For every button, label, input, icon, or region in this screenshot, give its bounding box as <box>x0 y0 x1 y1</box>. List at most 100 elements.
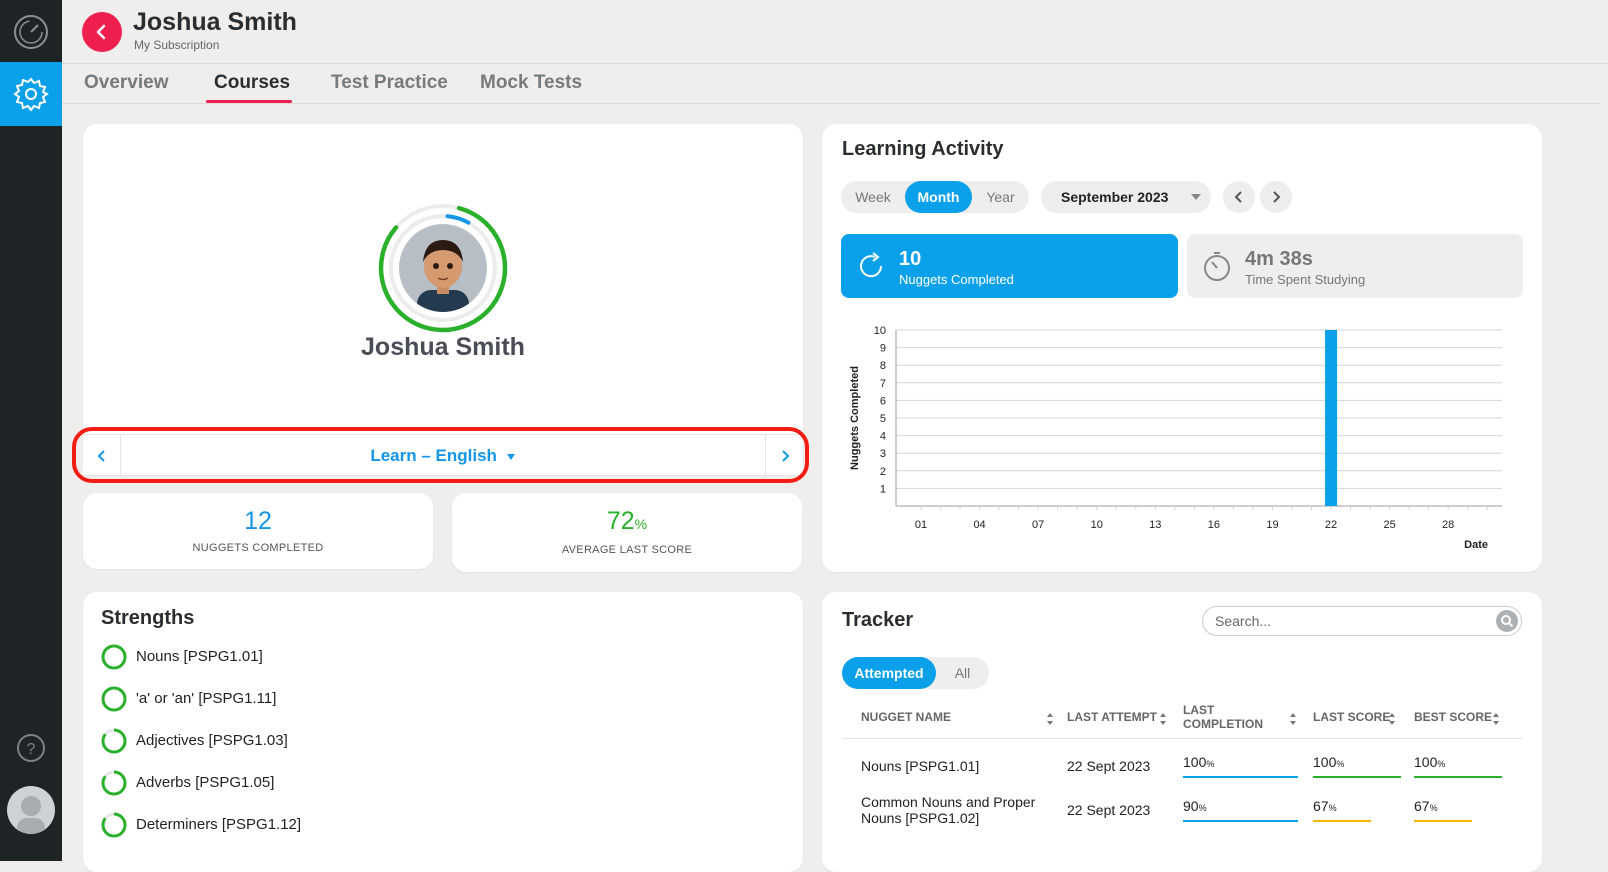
subscription-link[interactable]: My Subscription <box>134 38 219 52</box>
cell-value: 100% <box>1414 754 1446 770</box>
nuggets-completed-label: NUGGETS COMPLETED <box>192 542 324 554</box>
period-segmented-control: Week Month Year <box>841 181 1029 213</box>
y-tick-label: 2 <box>880 466 886 478</box>
sort-icon[interactable] <box>1492 712 1500 726</box>
period-week[interactable]: Week <box>841 181 905 213</box>
settings-button[interactable] <box>0 62 62 126</box>
search-box <box>1202 606 1522 636</box>
profile-name: Joshua Smith <box>361 333 525 361</box>
user-avatar[interactable] <box>7 786 55 834</box>
chevron-left-icon <box>96 24 106 40</box>
gear-icon <box>13 77 49 112</box>
learning-activity-card: Learning Activity Week Month Year Septem… <box>822 124 1542 572</box>
sort-icon[interactable] <box>1046 712 1054 726</box>
table-row[interactable]: Common Nouns and Proper Nouns [PSPG1.02]… <box>822 794 1542 834</box>
x-tick-label: 01 <box>915 519 927 531</box>
strength-label: Determiners [PSPG1.12] <box>136 816 302 833</box>
sort-icon[interactable] <box>1388 712 1396 726</box>
cell-last-attempt: 22 Sept 2023 <box>1067 802 1151 818</box>
ring-fill <box>101 644 127 670</box>
x-tick-label: 04 <box>973 519 985 531</box>
y-axis-title: Nuggets Completed <box>849 366 861 470</box>
cell-value: 100% <box>1313 754 1345 770</box>
tracker-card: Tracker Attempted All NUGGET NAME LAST A… <box>822 592 1542 872</box>
strengths-title: Strengths <box>101 607 195 629</box>
dashboard-button[interactable] <box>0 0 62 64</box>
strengths-card: Strengths Nouns [PSPG1.01] 'a' or 'an' [P… <box>83 592 803 872</box>
cell-nugget-name: Common Nouns and Proper Nouns [PSPG1.02] <box>861 794 1036 826</box>
column-nugget-name[interactable]: NUGGET NAME <box>861 710 951 724</box>
sort-up-arrow <box>1493 713 1499 717</box>
back-button[interactable] <box>82 12 122 52</box>
table-header-divider <box>842 738 1522 739</box>
svg-text:?: ? <box>27 741 36 758</box>
speedometer-icon <box>14 15 48 49</box>
month-select[interactable]: September 2023 <box>1041 181 1211 213</box>
nuggets-metric-value: 10 <box>899 248 922 270</box>
y-tick-label: 8 <box>880 360 886 372</box>
sort-icon[interactable] <box>1159 712 1167 726</box>
highlight-outline <box>72 427 809 483</box>
search-icon <box>1501 615 1514 628</box>
y-tick-label: 9 <box>880 343 886 355</box>
nuggets-completed-card: 12 NUGGETS COMPLETED <box>83 493 433 569</box>
period-year[interactable]: Year <box>972 181 1029 213</box>
x-tick-label: 25 <box>1383 519 1395 531</box>
sort-down-arrow <box>1389 721 1395 725</box>
column-best-score[interactable]: BEST SCORE <box>1414 710 1492 724</box>
sort-up-arrow <box>1047 713 1053 717</box>
cell-value: 100% <box>1183 754 1215 770</box>
average-score-value: 72% <box>452 507 802 536</box>
profile-card: Joshua Smith <box>83 124 803 474</box>
filter-all[interactable]: All <box>936 657 989 689</box>
tab-overview[interactable]: Overview <box>84 72 169 94</box>
cell-progress-line <box>1183 820 1298 822</box>
average-score-number: 72 <box>606 507 635 535</box>
x-axis-title: Date <box>1464 539 1488 551</box>
x-tick-label: 10 <box>1091 519 1103 531</box>
filter-attempted[interactable]: Attempted <box>842 657 936 689</box>
column-last-attempt[interactable]: LAST ATTEMPT <box>1067 710 1157 724</box>
y-tick-label: 1 <box>880 483 886 495</box>
cell-last-attempt: 22 Sept 2023 <box>1067 758 1151 774</box>
y-tick-label: 6 <box>880 395 886 407</box>
column-last-score[interactable]: LAST SCORE <box>1313 710 1390 724</box>
cell-progress-line <box>1313 820 1371 822</box>
tab-test-practice[interactable]: Test Practice <box>331 72 448 94</box>
column-last-completion[interactable]: LAST COMPLETION <box>1183 703 1263 731</box>
chevron-right-icon <box>1273 191 1281 203</box>
help-button[interactable]: ? <box>0 716 62 780</box>
y-tick-label: 7 <box>880 378 886 390</box>
student-avatar-icon <box>417 240 469 312</box>
y-tick-label: 3 <box>880 448 886 460</box>
chevron-left-icon <box>1234 191 1242 203</box>
search-input[interactable] <box>1215 613 1485 629</box>
tab-courses[interactable]: Courses <box>214 72 290 94</box>
tracker-filter: Attempted All <box>842 657 989 689</box>
learning-activity-title: Learning Activity <box>842 138 1004 160</box>
user-silhouette-icon <box>17 796 45 834</box>
nuggets-bar-chart: 1 2 3 4 5 6 7 8 9 10 01 04 07 10 13 16 19 22 25 28 Nuggets C… <box>849 325 1502 551</box>
y-tick-label: 4 <box>880 431 886 443</box>
time-metric-value: 4m 38s <box>1245 248 1313 270</box>
tab-bar: Overview Courses Test Practice Mock Test… <box>62 64 1600 104</box>
sort-up-arrow <box>1160 713 1166 717</box>
search-button[interactable] <box>1496 610 1518 632</box>
left-rail: ? <box>0 0 62 861</box>
period-month[interactable]: Month <box>905 181 972 213</box>
caret-down-icon <box>1191 194 1201 200</box>
student-name: Joshua Smith <box>133 8 297 36</box>
cell-best-score: 67% <box>1414 798 1534 822</box>
time-metric-label: Time Spent Studying <box>1245 272 1366 287</box>
stopwatch-icon <box>1204 252 1230 281</box>
cell-value: 67% <box>1313 798 1337 814</box>
x-tick-label: 16 <box>1208 519 1220 531</box>
strength-label: 'a' or 'an' [PSPG1.11] <box>136 690 277 707</box>
next-month-button[interactable] <box>1260 181 1292 213</box>
percent-unit: % <box>1198 803 1207 813</box>
previous-month-button[interactable] <box>1223 181 1255 213</box>
table-row[interactable]: Nouns [PSPG1.01] 22 Sept 2023 100% 100% 100% <box>822 750 1542 790</box>
sort-icon[interactable] <box>1289 712 1297 726</box>
tab-mock-tests[interactable]: Mock Tests <box>480 72 582 94</box>
nuggets-metric-label: Nuggets Completed <box>899 272 1014 287</box>
